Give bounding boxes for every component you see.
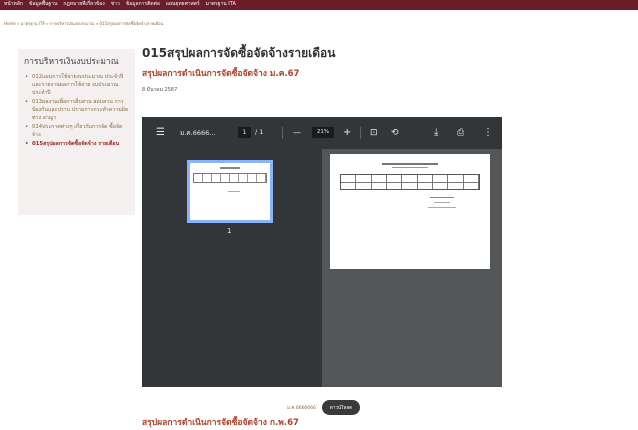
- pdf-toolbar: ☰ ม.ค.6666... 1 / 1 — 21% + ⊡ ⟲ ⤓ ⎙ ⋮: [142, 117, 502, 149]
- download-icon[interactable]: ⤓: [434, 127, 438, 139]
- nav-item-strategy[interactable]: แผนยุทธศาสตร์: [166, 0, 200, 8]
- zoom-out-button[interactable]: —: [293, 127, 301, 139]
- nav-item-basic-info[interactable]: ข้อมูลพื้นฐาน: [29, 0, 57, 8]
- file-download-row: ม.ค.6666666 ดาวน์โหลด: [287, 400, 361, 415]
- rotate-icon[interactable]: ⟲: [391, 127, 399, 139]
- more-icon[interactable]: ⋮: [483, 127, 493, 139]
- sidebar-list: 012แผนการใช้จ่ายงบประมาณ ประจำปีและรายงา…: [24, 73, 129, 148]
- sidebar-item-budget-plan[interactable]: 012แผนการใช้จ่ายงบประมาณ ประจำปีและรายงา…: [24, 73, 129, 97]
- nav-item-news[interactable]: ข่าว: [111, 0, 120, 8]
- thumbnail-title-line: [220, 167, 240, 169]
- toolbar-divider: [282, 127, 283, 139]
- breadcrumb-separator: »: [46, 21, 49, 26]
- thumbnail-table: [193, 173, 267, 183]
- file-name[interactable]: ม.ค.6666666: [287, 404, 316, 411]
- sidebar: การบริหารเงินงบประมาณ 012แผนการใช้จ่ายงบ…: [18, 49, 135, 215]
- page-total: / 1: [255, 128, 264, 136]
- top-nav: หน้าหลัก ข้อมูลพื้นฐาน กฎหมายที่เกี่ยวข้…: [0, 0, 638, 8]
- breadcrumb-budget[interactable]: การบริหารเงินงบประมาณ: [50, 21, 95, 26]
- nav-item-ita[interactable]: มาตรฐาน ITA: [206, 0, 236, 8]
- thumbnail-page-number: 1: [227, 227, 232, 235]
- thumbnail-signature-line: [228, 191, 240, 192]
- pdf-doc-title: ม.ค.6666...: [180, 129, 216, 137]
- toolbar-divider: [360, 127, 361, 139]
- sidebar-title: การบริหารเงินงบประมาณ: [24, 57, 119, 67]
- breadcrumb-current: 015สรุปผลการจัดซื้อจัดจ้างรายเดือน: [99, 21, 164, 26]
- download-button[interactable]: ดาวน์โหลด: [321, 400, 361, 415]
- thumbnail-sidebar: 1: [142, 149, 322, 387]
- zoom-in-button[interactable]: +: [343, 127, 351, 139]
- pdf-page: [330, 154, 490, 269]
- pdf-viewer: ☰ ม.ค.6666... 1 / 1 — 21% + ⊡ ⟲ ⤓ ⎙ ⋮ 1: [142, 117, 502, 387]
- post-date: 8 มีนาคม 2567: [142, 87, 178, 93]
- sidebar-item-investigation[interactable]: 013ผลงานเพื่อการสืบสวน สอบสวน การป้องกัน…: [24, 98, 129, 122]
- page-subheading-line: [392, 167, 428, 168]
- page-signature-line: [434, 202, 450, 203]
- nav-item-laws[interactable]: กฎหมายที่เกี่ยวข้อง: [63, 0, 104, 8]
- section-title: สรุปผลการดำเนินการจัดซื้อจัดจ้าง ม.ค.67: [142, 69, 300, 79]
- nav-item-contact[interactable]: ข้อมูลการติดต่อ: [126, 0, 160, 8]
- breadcrumb-separator: »: [95, 21, 99, 26]
- page-thumbnail[interactable]: [187, 160, 273, 223]
- breadcrumb-separator: »: [17, 21, 20, 26]
- breadcrumb-home[interactable]: Home: [4, 21, 16, 26]
- page-signature-line: [430, 197, 454, 198]
- page-heading-line: [382, 163, 438, 165]
- breadcrumb-ita[interactable]: มาตรฐาน ITA: [21, 21, 45, 26]
- print-icon[interactable]: ⎙: [457, 127, 464, 139]
- pdf-page-area[interactable]: [322, 149, 502, 387]
- sidebar-item-monthly-procurement[interactable]: 015สรุปผลการจัดซื้อจัดจ้าง รายเดือน: [24, 140, 129, 148]
- page-title: 015สรุปผลการจัดซื้อจัดจ้างรายเดือน: [142, 46, 336, 60]
- sidebar-item-procurement-announcements[interactable]: 014ประกาศต่างๆ เกี่ยวกับการจัด ซื้อจัดจ้…: [24, 123, 129, 139]
- menu-icon[interactable]: ☰: [156, 127, 165, 139]
- top-nav-bar: หน้าหลัก ข้อมูลพื้นฐาน กฎหมายที่เกี่ยวข้…: [0, 0, 638, 10]
- page-table: [340, 174, 480, 190]
- fit-page-icon[interactable]: ⊡: [370, 127, 378, 139]
- breadcrumb: Home » มาตรฐาน ITA » การบริหารเงินงบประม…: [4, 20, 163, 27]
- nav-item-home[interactable]: หน้าหลัก: [4, 0, 23, 8]
- zoom-input[interactable]: 21%: [312, 127, 334, 138]
- page-signature-line: [428, 207, 456, 208]
- page-number-input[interactable]: 1: [238, 127, 251, 138]
- section-title-2: สรุปผลการดำเนินการจัดซื้อจัดจ้าง ก.พ.67: [142, 418, 299, 428]
